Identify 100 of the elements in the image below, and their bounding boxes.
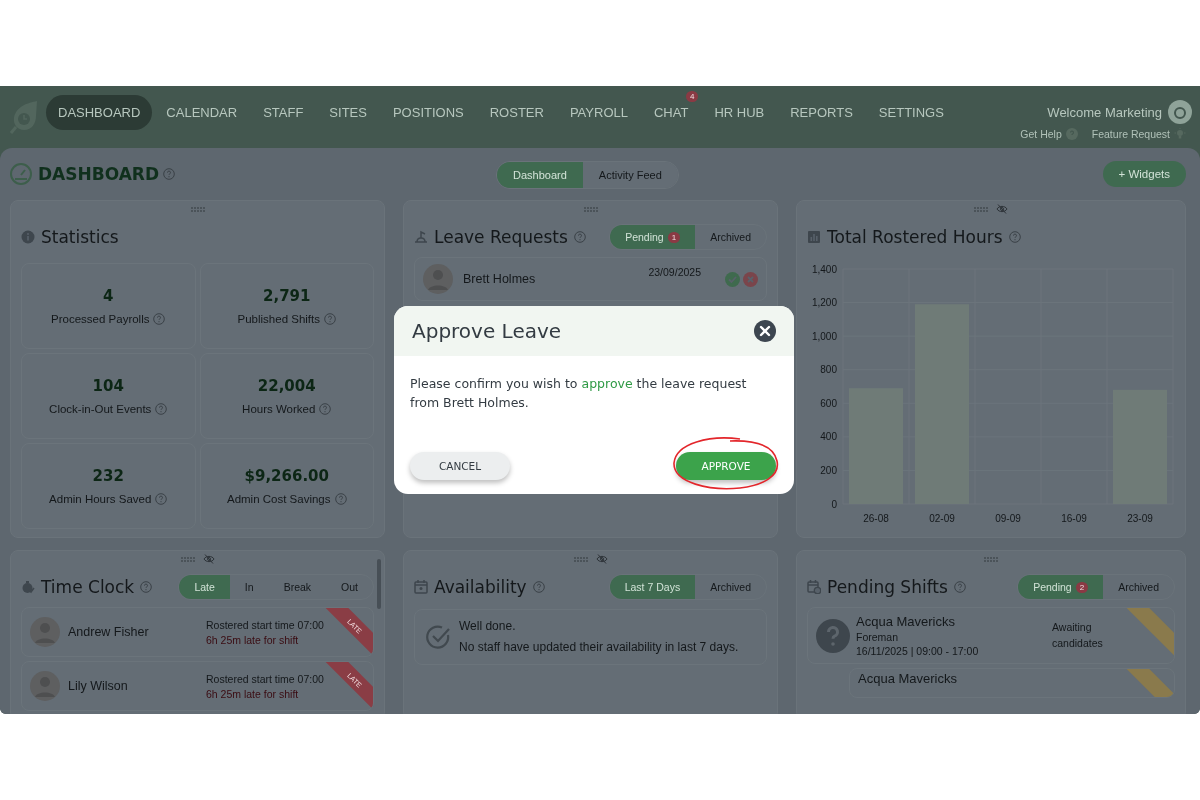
- stat-value: 2,791: [263, 287, 311, 305]
- help-icon: [334, 493, 347, 505]
- axis-label: 16-09: [1061, 513, 1087, 524]
- nav-item[interactable]: HR HUB: [702, 94, 777, 130]
- nav-item[interactable]: SITES: [317, 94, 379, 130]
- eye-slash-icon[interactable]: [202, 554, 215, 564]
- count-badge: 1: [667, 231, 681, 243]
- shift-row[interactable]: Acqua Mavericks Foreman 16/11/2025 | 09:00 - 17:00 Awaiting candidates: [807, 607, 1175, 664]
- stat-label: Published Shifts: [237, 313, 320, 325]
- axis-label: 1,200: [811, 297, 837, 309]
- site-name: Acqua Mavericks: [858, 671, 958, 686]
- eye-slash-icon[interactable]: [996, 204, 1008, 214]
- stat-label: Processed Payrolls: [51, 313, 150, 325]
- staff-name: Brett Holmes: [463, 272, 536, 286]
- tab[interactable]: Late: [179, 575, 230, 599]
- rostered-time: Rostered start time 07:00: [206, 618, 324, 631]
- axis-label: 800: [820, 364, 837, 376]
- tab[interactable]: Archived: [695, 575, 766, 599]
- eye-slash-icon[interactable]: [595, 554, 608, 564]
- gauge-icon: [10, 163, 32, 185]
- tab[interactable]: Last 7 Days: [609, 575, 696, 599]
- nav-item[interactable]: REPORTS: [778, 94, 865, 130]
- axis-label: 02-09: [929, 513, 955, 524]
- axis-label: 26-08: [863, 513, 889, 524]
- nav-item[interactable]: CALENDAR: [154, 94, 250, 130]
- tab[interactable]: Archived: [1103, 575, 1174, 599]
- approve-button[interactable]: APPROVE: [676, 452, 776, 480]
- close-icon[interactable]: [754, 320, 776, 342]
- view-tab[interactable]: Activity Feed: [582, 162, 678, 188]
- tab[interactable]: Pending 2: [1018, 575, 1104, 599]
- drag-handle-icon[interactable]: [583, 206, 598, 212]
- reject-icon[interactable]: [743, 271, 758, 287]
- stat-value: 104: [92, 377, 124, 395]
- axis-label: 600: [820, 397, 837, 409]
- axis-label: 0: [831, 498, 837, 510]
- stat-label: Admin Hours Saved: [49, 493, 152, 505]
- drag-handle-icon[interactable]: [984, 556, 998, 562]
- widget-title: Leave Requests: [434, 227, 568, 247]
- widget-title: Time Clock: [41, 577, 135, 597]
- help-icon: [153, 313, 166, 325]
- stat-value: $9,266.00: [244, 467, 329, 485]
- tab[interactable]: In: [229, 575, 269, 599]
- help-icon: [319, 403, 332, 415]
- check-circle-icon: [425, 623, 451, 650]
- widget-title: Statistics: [41, 227, 119, 247]
- late-notice: 6h 25m late for shift: [206, 633, 300, 646]
- calendar-icon: [414, 580, 428, 594]
- nav-item[interactable]: POSITIONS: [380, 94, 476, 130]
- drag-handle-icon[interactable]: [190, 206, 205, 212]
- help-icon: [163, 168, 176, 180]
- stat-label: Hours Worked: [242, 403, 316, 415]
- shift-row[interactable]: Acqua Mavericks: [849, 668, 1175, 698]
- tab[interactable]: Pending 1: [610, 225, 696, 249]
- nav-item[interactable]: ROSTER: [477, 94, 556, 130]
- drag-handle-icon[interactable]: [180, 556, 195, 562]
- drag-handle-icon[interactable]: [573, 556, 588, 562]
- tab[interactable]: Out: [326, 575, 373, 599]
- help-icon: [155, 403, 168, 415]
- shift-time: 16/11/2025 | 09:00 - 17:00: [856, 645, 980, 657]
- stat-value: 4: [103, 287, 114, 305]
- axis-label: 200: [820, 464, 837, 476]
- avatar-icon: [30, 617, 60, 647]
- count-badge: 4: [685, 90, 699, 102]
- message-text: Well done.: [459, 618, 517, 635]
- axis-label: 1,000: [811, 330, 837, 342]
- nav-item[interactable]: DASHBOARD: [46, 94, 153, 130]
- view-tab[interactable]: Dashboard: [497, 162, 583, 188]
- drag-handle-icon[interactable]: [974, 206, 988, 212]
- avatar-icon: [423, 264, 453, 294]
- calendar-clock-icon: [807, 580, 821, 594]
- leave-request-row[interactable]: Brett Holmes 23/09/2025: [414, 257, 767, 301]
- add-widgets-button[interactable]: + Widgets: [1102, 161, 1186, 187]
- top-link[interactable]: Get Help: [1020, 128, 1078, 140]
- tab[interactable]: Break: [268, 575, 327, 599]
- top-link[interactable]: Feature Request: [1091, 128, 1186, 140]
- nav-item[interactable]: PAYROLL: [557, 94, 640, 130]
- dialog-message: Please confirm you wish to approve the leave request from Brett Holmes.: [410, 375, 748, 412]
- axis-label: 09-09: [995, 513, 1021, 524]
- leave-date: 23/09/2025: [648, 266, 701, 278]
- stat-label: Clock-in-Out Events: [49, 403, 152, 415]
- avatar-icon: [30, 671, 60, 701]
- bar-chart-icon: [807, 230, 821, 244]
- help-icon: [155, 493, 168, 505]
- approve-icon[interactable]: [725, 271, 740, 287]
- message-text: No staff have updated their availability in last 7 days.: [459, 638, 739, 656]
- nav-item[interactable]: STAFF: [251, 94, 316, 130]
- rostered-time: Rostered start time 07:00: [206, 672, 324, 685]
- cancel-button[interactable]: CANCEL: [410, 452, 510, 480]
- nav-item[interactable]: SETTINGS: [866, 94, 956, 130]
- stat-value: 232: [92, 467, 124, 485]
- late-notice: 6h 25m late for shift: [206, 687, 300, 700]
- axis-label: 400: [820, 431, 837, 443]
- page-title: DASHBOARD: [38, 164, 160, 184]
- count-badge: 2: [1075, 581, 1089, 593]
- widget-title: Total Rostered Hours: [827, 227, 1003, 247]
- tab[interactable]: Archived: [695, 225, 766, 249]
- help-icon: [324, 313, 336, 325]
- staff-name: Andrew Fisher: [68, 625, 150, 639]
- position-name: Foreman: [856, 631, 899, 643]
- dialog-title: Approve Leave: [412, 319, 562, 343]
